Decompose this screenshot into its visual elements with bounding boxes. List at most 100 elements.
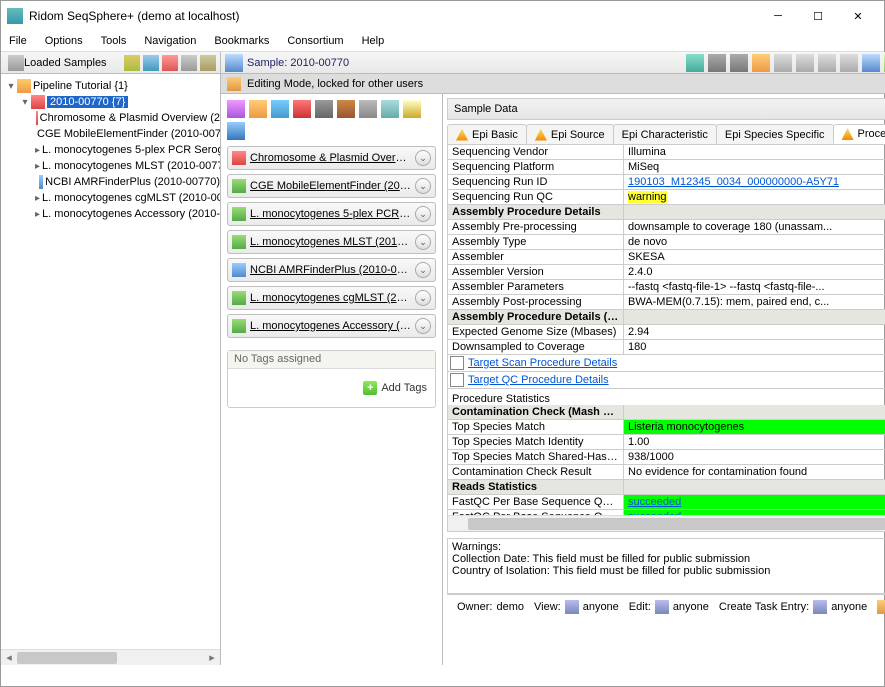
- field-value[interactable]: MiSeq: [624, 160, 885, 174]
- tree-child[interactable]: CGE MobileElementFinder (2010-007: [37, 128, 220, 140]
- field-value[interactable]: 2.4.0: [624, 265, 885, 279]
- tree-sample[interactable]: 2010-00770 {7}: [47, 96, 128, 108]
- table-h-scrollbar[interactable]: [448, 515, 885, 531]
- home-icon[interactable]: [752, 54, 770, 72]
- target-qc-link[interactable]: Target QC Procedure Details: [468, 374, 609, 386]
- center-tool-icon[interactable]: [403, 100, 421, 118]
- task-button[interactable]: Chromosome & Plasmid Overview (2...⌄: [227, 146, 436, 170]
- field-value[interactable]: warning: [624, 190, 885, 204]
- center-tool-icon[interactable]: [381, 100, 399, 118]
- target-scan-link[interactable]: Target Scan Procedure Details: [468, 357, 617, 369]
- toolbar-icon-5[interactable]: [200, 55, 216, 71]
- collapse-icon[interactable]: ▾: [19, 97, 31, 108]
- task-button[interactable]: CGE MobileElementFinder (2010-00...⌄: [227, 174, 436, 198]
- nav-fwd-icon[interactable]: [796, 54, 814, 72]
- task-button[interactable]: L. monocytogenes cgMLST (2010-00...⌄: [227, 286, 436, 310]
- collapse-icon[interactable]: ▾: [5, 81, 17, 92]
- menu-navigation[interactable]: Navigation: [142, 33, 198, 49]
- menu-file[interactable]: File: [7, 33, 29, 49]
- field-value[interactable]: SKESA: [624, 250, 885, 264]
- tab-epi-characteristic[interactable]: Epi Characteristic: [613, 124, 717, 144]
- field-value[interactable]: downsample to coverage 180 (unassam...: [624, 220, 885, 234]
- left-panel-title: Loaded Samples: [24, 57, 121, 69]
- field-value[interactable]: --fastq <fastq-file-1> --fastq <fastq-fi…: [624, 280, 885, 294]
- tab-epi-species[interactable]: Epi Species Specific: [716, 124, 834, 144]
- nav-icon[interactable]: [818, 54, 836, 72]
- scroll-right-icon[interactable]: ▸: [204, 651, 220, 664]
- toolbar-icon-2[interactable]: [143, 55, 159, 71]
- expand-icon[interactable]: ▸: [35, 193, 40, 204]
- top-tool-icon[interactable]: [862, 54, 880, 72]
- task-button[interactable]: L. monocytogenes 5-plex PCR Sero...⌄: [227, 202, 436, 226]
- task-status-icon: [232, 207, 246, 221]
- chevron-down-icon[interactable]: ⌄: [415, 290, 431, 306]
- section-header: Assembly Procedure Details: [448, 205, 624, 219]
- field-label: Assembler: [448, 250, 624, 264]
- tab-procedure[interactable]: Procedure: [833, 124, 885, 144]
- chevron-down-icon[interactable]: ⌄: [415, 178, 431, 194]
- task-button[interactable]: NCBI AMRFinderPlus (2010-00770)⌄: [227, 258, 436, 282]
- chevron-down-icon[interactable]: ⌄: [415, 206, 431, 222]
- center-tool-icon[interactable]: [271, 100, 289, 118]
- tree-child[interactable]: L. monocytogenes Accessory (2010-: [42, 208, 220, 220]
- add-tags-button[interactable]: +Add Tags: [363, 381, 427, 395]
- task-button[interactable]: L. monocytogenes MLST (2010-00770)⌄: [227, 230, 436, 254]
- task-status-icon: [232, 235, 246, 249]
- field-value-link[interactable]: 190103_M12345_0034_000000000-A5Y71: [624, 175, 885, 189]
- center-tool-icon[interactable]: [293, 100, 311, 118]
- scroll-left-icon[interactable]: ◂: [1, 651, 17, 664]
- tree-root[interactable]: Pipeline Tutorial {1}: [33, 80, 128, 92]
- tab-epi-source[interactable]: Epi Source: [526, 124, 614, 144]
- nav-back-icon[interactable]: [774, 54, 792, 72]
- chevron-down-icon[interactable]: ⌄: [415, 262, 431, 278]
- top-tool-icon[interactable]: [708, 54, 726, 72]
- center-tool-icon[interactable]: [359, 100, 377, 118]
- warning-line: Collection Date: This field must be fill…: [452, 553, 885, 565]
- expand-icon[interactable]: ▸: [35, 161, 40, 172]
- menu-tools[interactable]: Tools: [99, 33, 129, 49]
- menu-bookmarks[interactable]: Bookmarks: [212, 33, 271, 49]
- field-label: FastQC Per Base Sequence Quality (For...: [448, 495, 624, 509]
- task-button[interactable]: L. monocytogenes Accessory (2010...⌄: [227, 314, 436, 338]
- menu-help[interactable]: Help: [360, 33, 387, 49]
- field-label: Sequencing Run ID: [448, 175, 624, 189]
- center-tool-icon[interactable]: [315, 100, 333, 118]
- tree-child[interactable]: NCBI AMRFinderPlus (2010-00770): [45, 176, 220, 188]
- tab-epi-basic[interactable]: Epi Basic: [447, 124, 527, 144]
- field-value[interactable]: de novo: [624, 235, 885, 249]
- section-header: Reads Statistics: [448, 480, 624, 494]
- toolbar-icon-3[interactable]: [162, 55, 178, 71]
- scroll-thumb[interactable]: [17, 652, 117, 664]
- center-tool-icon[interactable]: [249, 100, 267, 118]
- chevron-down-icon[interactable]: ⌄: [415, 318, 431, 334]
- tree-child[interactable]: L. monocytogenes 5-plex PCR Serogr: [42, 144, 220, 156]
- nav-icon[interactable]: [840, 54, 858, 72]
- tree-child[interactable]: L. monocytogenes cgMLST (2010-00: [42, 192, 220, 204]
- tree-child[interactable]: Chromosome & Plasmid Overview (2: [40, 112, 220, 124]
- center-tool-icon[interactable]: [227, 100, 245, 118]
- expand-icon[interactable]: ▸: [35, 145, 40, 156]
- center-tool-icon[interactable]: [227, 122, 245, 140]
- maximize-button[interactable]: ☐: [798, 4, 838, 28]
- close-button[interactable]: ✕: [838, 4, 878, 28]
- field-value[interactable]: BWA-MEM(0.7.15): mem, paired end, c...: [624, 295, 885, 309]
- top-tool-icon[interactable]: [730, 54, 748, 72]
- field-value-link[interactable]: succeeded: [624, 495, 885, 509]
- minimize-button[interactable]: ─: [758, 4, 798, 28]
- chevron-down-icon[interactable]: ⌄: [415, 234, 431, 250]
- toolbar-icon-4[interactable]: [181, 55, 197, 71]
- field-value[interactable]: Illumina: [624, 145, 885, 159]
- panel-title: Sample Data: [454, 103, 518, 115]
- sample-tree[interactable]: ▾Pipeline Tutorial {1} ▾2010-00770 {7} C…: [1, 74, 220, 665]
- center-tool-icon[interactable]: [337, 100, 355, 118]
- edit-pencil-icon[interactable]: [877, 600, 885, 614]
- tree-child[interactable]: L. monocytogenes MLST (2010-0077: [42, 160, 220, 172]
- tree-h-scrollbar[interactable]: ◂ ▸: [1, 649, 220, 665]
- top-tool-icon[interactable]: [686, 54, 704, 72]
- tags-header: No Tags assigned: [228, 351, 435, 369]
- menu-consortium[interactable]: Consortium: [285, 33, 345, 49]
- toolbar-icon-1[interactable]: [124, 55, 140, 71]
- chevron-down-icon[interactable]: ⌄: [415, 150, 431, 166]
- scroll-thumb[interactable]: [468, 518, 885, 530]
- menu-options[interactable]: Options: [43, 33, 85, 49]
